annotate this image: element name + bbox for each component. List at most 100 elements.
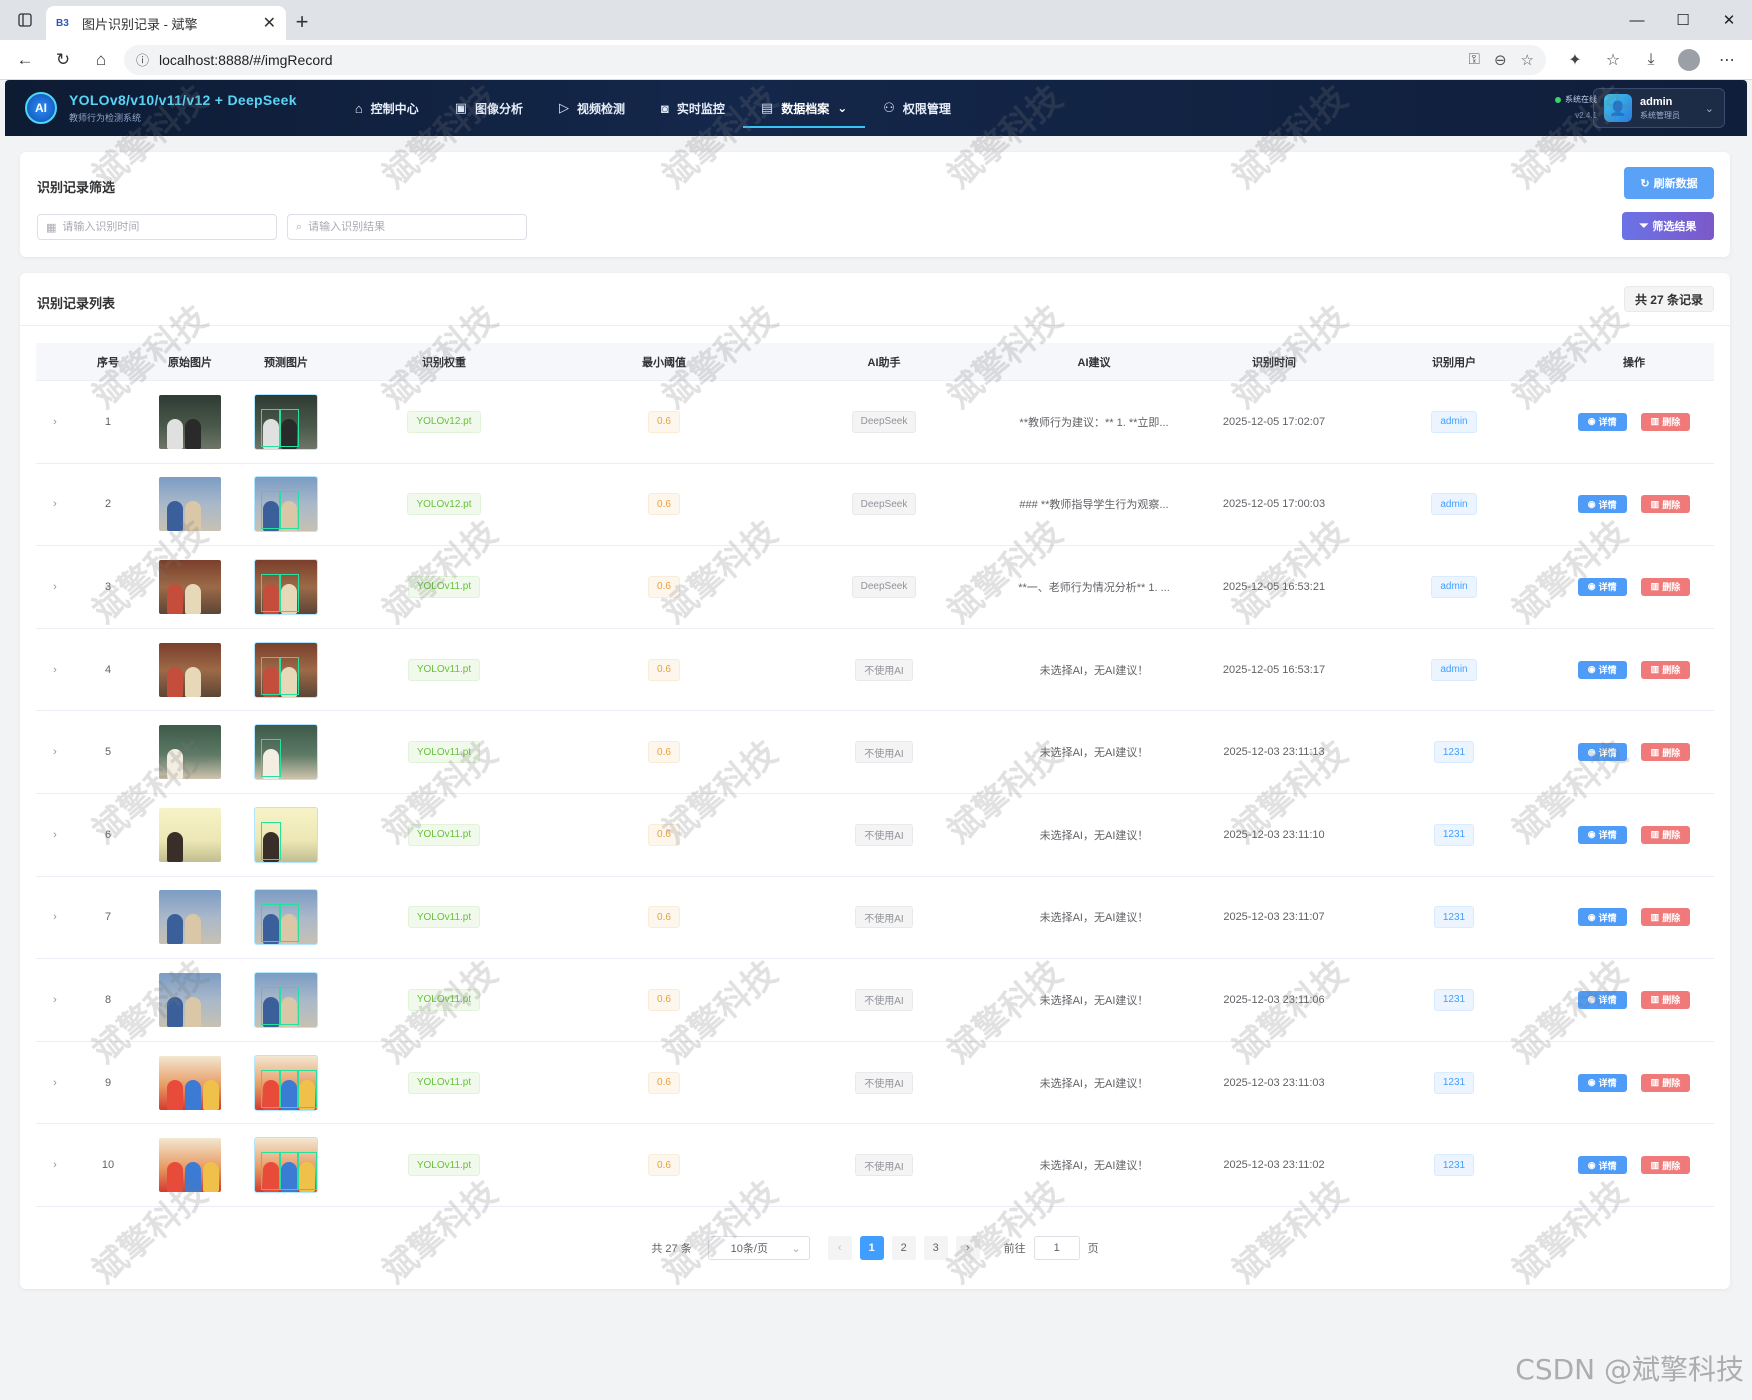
- zoom-icon[interactable]: ⊖: [1494, 51, 1507, 69]
- page-button-1[interactable]: 1: [859, 1236, 884, 1260]
- detail-button[interactable]: ◉ 详情: [1577, 908, 1627, 927]
- eye-icon: ◉: [1587, 1077, 1596, 1088]
- prev-page-button[interactable]: ‹: [827, 1236, 852, 1260]
- next-page-button[interactable]: ›: [955, 1236, 980, 1260]
- delete-button[interactable]: ▥ 删除: [1640, 495, 1691, 514]
- predicted-image-thumbnail[interactable]: [254, 889, 318, 946]
- delete-button[interactable]: ▥ 删除: [1640, 908, 1691, 927]
- original-image-thumbnail[interactable]: [159, 642, 221, 697]
- original-image-thumbnail[interactable]: [159, 890, 221, 945]
- page-button-3[interactable]: 3: [923, 1236, 948, 1260]
- expand-row-icon[interactable]: ›: [53, 994, 57, 1006]
- table-row: › 6 YOLOv11.pt 0.6 不使用AI 未选择AI，无AI建议！ 20…: [36, 794, 1714, 877]
- url-field[interactable]: ⓘ localhost:8888/#/imgRecord ⚿ ⊖ ☆: [124, 44, 1546, 75]
- minimize-icon[interactable]: —: [1614, 0, 1660, 40]
- original-image-thumbnail[interactable]: [159, 725, 221, 780]
- original-image-thumbnail[interactable]: [159, 972, 221, 1027]
- menu-item-permissions[interactable]: ⚇ 权限管理: [865, 80, 969, 136]
- browser-tab[interactable]: B3 图片识别记录 - 斌擎 ✕: [46, 6, 286, 40]
- expand-row-icon[interactable]: ›: [53, 581, 57, 593]
- sidebar-toggle-icon[interactable]: [8, 3, 42, 37]
- detail-button[interactable]: ◉ 详情: [1577, 495, 1627, 514]
- expand-row-icon[interactable]: ›: [53, 664, 57, 676]
- predicted-image-thumbnail[interactable]: [254, 641, 318, 698]
- goto-page-input[interactable]: 1: [1033, 1236, 1080, 1260]
- delete-button[interactable]: ▥ 删除: [1640, 743, 1691, 762]
- user-role: 系统管理员: [1640, 110, 1680, 120]
- original-image-thumbnail[interactable]: [159, 807, 221, 862]
- original-image-thumbnail[interactable]: [159, 394, 221, 449]
- original-image-thumbnail[interactable]: [159, 1138, 221, 1193]
- key-icon[interactable]: ⚿: [1469, 51, 1480, 69]
- predicted-image-thumbnail[interactable]: [254, 558, 318, 615]
- original-image-thumbnail[interactable]: [159, 477, 221, 532]
- maximize-icon[interactable]: ☐: [1660, 0, 1706, 40]
- delete-button[interactable]: ▥ 删除: [1640, 1073, 1691, 1092]
- delete-button[interactable]: ▥ 删除: [1640, 1156, 1691, 1175]
- predicted-image-thumbnail[interactable]: [254, 393, 318, 450]
- new-tab-icon[interactable]: +: [286, 6, 318, 38]
- favorites-icon[interactable]: ☆: [1598, 45, 1628, 75]
- menu-item-data-archive[interactable]: ▤ 数据档案 ⌄: [742, 80, 866, 136]
- expand-row-icon[interactable]: ›: [53, 1077, 57, 1089]
- detail-button[interactable]: ◉ 详情: [1577, 743, 1627, 762]
- refresh-button[interactable]: ↻ 刷新数据: [1624, 167, 1714, 199]
- back-icon[interactable]: ←: [10, 45, 40, 75]
- predicted-image-thumbnail[interactable]: [254, 971, 318, 1028]
- home-browser-icon[interactable]: ⌂: [86, 45, 116, 75]
- site-info-icon[interactable]: ⓘ: [136, 50, 149, 69]
- expand-row-icon[interactable]: ›: [53, 911, 57, 923]
- reload-icon[interactable]: ↻: [48, 45, 78, 75]
- ai-assistant-tag: DeepSeek: [851, 410, 917, 433]
- original-image-thumbnail[interactable]: [159, 1055, 221, 1110]
- result-filter-input[interactable]: [308, 221, 518, 233]
- predicted-image-thumbnail[interactable]: [254, 1137, 318, 1194]
- weight-tag: YOLOv12.pt: [407, 493, 481, 516]
- favorite-star-icon[interactable]: ☆: [1521, 51, 1534, 69]
- delete-button[interactable]: ▥ 删除: [1640, 660, 1691, 679]
- result-filter-field[interactable]: ⌕: [287, 214, 527, 240]
- predicted-image-thumbnail[interactable]: [254, 724, 318, 781]
- expand-row-icon[interactable]: ›: [53, 746, 57, 758]
- expand-row-icon[interactable]: ›: [53, 416, 57, 428]
- detail-button[interactable]: ◉ 详情: [1577, 577, 1627, 596]
- delete-button[interactable]: ▥ 删除: [1640, 825, 1691, 844]
- menu-item-video-detection[interactable]: ▷ 视频检测: [541, 80, 643, 136]
- menu-item-realtime-monitor[interactable]: ◙ 实时监控: [643, 80, 743, 136]
- user-tag: admin: [1431, 410, 1477, 433]
- detail-button[interactable]: ◉ 详情: [1577, 660, 1627, 679]
- predicted-image-thumbnail[interactable]: [254, 806, 318, 863]
- detail-button[interactable]: ◉ 详情: [1577, 990, 1627, 1009]
- expand-row-icon[interactable]: ›: [53, 1159, 57, 1171]
- page-button-2[interactable]: 2: [891, 1236, 916, 1260]
- window-close-icon[interactable]: ✕: [1706, 0, 1752, 40]
- menu-item-image-analysis[interactable]: ▣ 图像分析: [437, 80, 541, 136]
- detail-button[interactable]: ◉ 详情: [1577, 825, 1627, 844]
- user-menu[interactable]: 👤 admin 系统管理员 ⌄: [1593, 88, 1725, 128]
- detail-button[interactable]: ◉ 详情: [1577, 412, 1627, 431]
- page-size-select[interactable]: 10条/页 ⌄: [707, 1236, 810, 1260]
- download-icon[interactable]: ⤓: [1636, 45, 1666, 75]
- user-tag: admin: [1431, 493, 1477, 516]
- expand-row-icon[interactable]: ›: [53, 498, 57, 510]
- predicted-image-thumbnail[interactable]: [254, 476, 318, 533]
- more-icon[interactable]: ⋯: [1712, 45, 1742, 75]
- extensions-icon[interactable]: ✦: [1560, 45, 1590, 75]
- delete-button[interactable]: ▥ 删除: [1640, 577, 1691, 596]
- time-filter-input[interactable]: [62, 221, 268, 233]
- delete-button[interactable]: ▥ 删除: [1640, 412, 1691, 431]
- trash-icon: ▥: [1650, 416, 1660, 427]
- detail-button[interactable]: ◉ 详情: [1577, 1156, 1627, 1175]
- original-image-thumbnail[interactable]: [159, 559, 221, 614]
- weight-tag: YOLOv11.pt: [407, 575, 481, 598]
- tab-close-icon[interactable]: ✕: [263, 13, 276, 33]
- delete-button[interactable]: ▥ 删除: [1640, 990, 1691, 1009]
- filter-button[interactable]: ⏷ 筛选结果: [1622, 212, 1714, 240]
- predicted-image-thumbnail[interactable]: [254, 1054, 318, 1111]
- expand-row-icon[interactable]: ›: [53, 829, 57, 841]
- table-row: › 10 YOLOv11.pt 0.6 不使用AI 未选择AI，无AI建议！ 2…: [36, 1124, 1714, 1207]
- menu-item-control-center[interactable]: ⌂ 控制中心: [337, 80, 437, 136]
- time-filter-field[interactable]: ▦: [37, 214, 277, 240]
- profile-icon[interactable]: [1674, 45, 1704, 75]
- detail-button[interactable]: ◉ 详情: [1577, 1073, 1627, 1092]
